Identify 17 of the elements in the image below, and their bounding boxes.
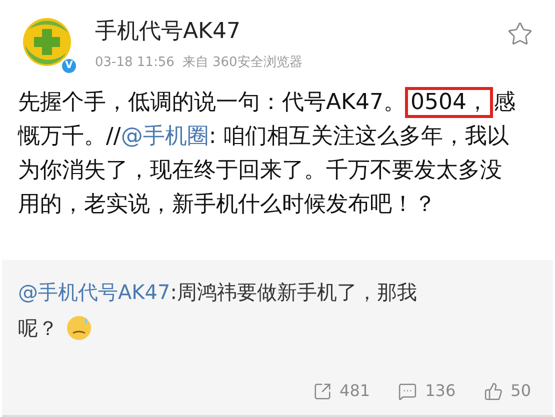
stat-count: 481: [340, 380, 370, 402]
stat-count: 50: [510, 380, 531, 402]
post-time: 03-18 11:56: [95, 54, 174, 72]
comment-icon[interactable]: [398, 382, 418, 400]
post-source: 来自 360安全浏览器: [182, 54, 302, 72]
favorite-star-icon[interactable]: [507, 21, 533, 47]
repost-text: @手机代号AK47:周鸿祎要做新手机了，那我呢？: [18, 279, 418, 343]
like-icon[interactable]: [484, 382, 503, 400]
mention-link[interactable]: @手机圈: [120, 124, 209, 149]
highlighted-text: 0504，: [405, 87, 494, 118]
post-text: 先握个手，低调的说一句：代号AK47。 0504， 感慨万千。//@手机圈: 咱们相互关注这么多年，我以为你消失了，现在终于回来了。千万不要发太多没用的，老实说，新手机什么时候发布吧！？: [0, 86, 540, 260]
app-logo-icon: [20, 15, 74, 69]
repost-icon[interactable]: [312, 382, 332, 400]
verified-badge: V: [60, 57, 78, 75]
mention-link[interactable]: @手机代号AK47: [18, 280, 170, 304]
author-name[interactable]: 手机代号AK47: [95, 17, 507, 47]
stat-count: 136: [425, 380, 456, 402]
